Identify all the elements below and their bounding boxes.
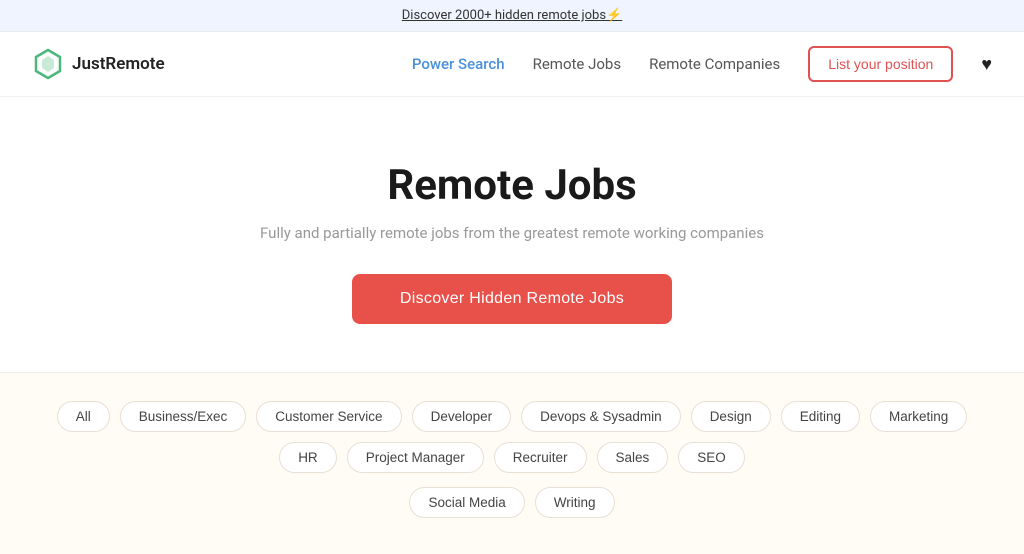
hero-section: Remote Jobs Fully and partially remote j…	[0, 97, 1024, 372]
category-tag[interactable]: Project Manager	[347, 442, 484, 473]
category-tag[interactable]: SEO	[678, 442, 745, 473]
categories-section: All Business/Exec Customer Service Develope…	[0, 372, 1024, 554]
category-tag[interactable]: Social Media	[409, 487, 524, 518]
category-tag[interactable]: Marketing	[870, 401, 967, 432]
nav-power-search[interactable]: Power Search	[412, 55, 505, 73]
nav-remote-companies[interactable]: Remote Companies	[649, 55, 780, 73]
category-tag[interactable]: Writing	[535, 487, 615, 518]
categories-row-2: Social Media Writing	[409, 487, 614, 518]
category-tag[interactable]: Recruiter	[494, 442, 587, 473]
category-tag[interactable]: Devops & Sysadmin	[521, 401, 681, 432]
favorites-icon[interactable]: ♥	[981, 54, 992, 75]
category-tag[interactable]: Customer Service	[256, 401, 401, 432]
logo[interactable]: JustRemote	[32, 48, 165, 80]
header: JustRemote Power Search Remote Jobs Remo…	[0, 32, 1024, 97]
main-nav: Power Search Remote Jobs Remote Companie…	[412, 46, 992, 82]
category-tag[interactable]: HR	[279, 442, 337, 473]
category-tag[interactable]: Sales	[597, 442, 669, 473]
categories-row-1: All Business/Exec Customer Service Develope…	[32, 401, 992, 473]
category-tag[interactable]: Editing	[781, 401, 860, 432]
hero-title: Remote Jobs	[387, 161, 636, 210]
discover-hidden-jobs-button[interactable]: Discover Hidden Remote Jobs	[352, 274, 672, 324]
list-position-button[interactable]: List your position	[808, 46, 953, 82]
logo-icon	[32, 48, 64, 80]
banner-link[interactable]: Discover 2000+ hidden remote jobs⚡	[402, 8, 622, 23]
category-tag[interactable]: All	[57, 401, 110, 432]
category-tag[interactable]: Developer	[412, 401, 512, 432]
category-tag[interactable]: Business/Exec	[120, 401, 247, 432]
category-tag[interactable]: Design	[691, 401, 771, 432]
hero-subtitle: Fully and partially remote jobs from the…	[260, 224, 764, 242]
top-banner: Discover 2000+ hidden remote jobs⚡	[0, 0, 1024, 32]
logo-text: JustRemote	[72, 54, 165, 74]
nav-remote-jobs[interactable]: Remote Jobs	[533, 55, 621, 73]
